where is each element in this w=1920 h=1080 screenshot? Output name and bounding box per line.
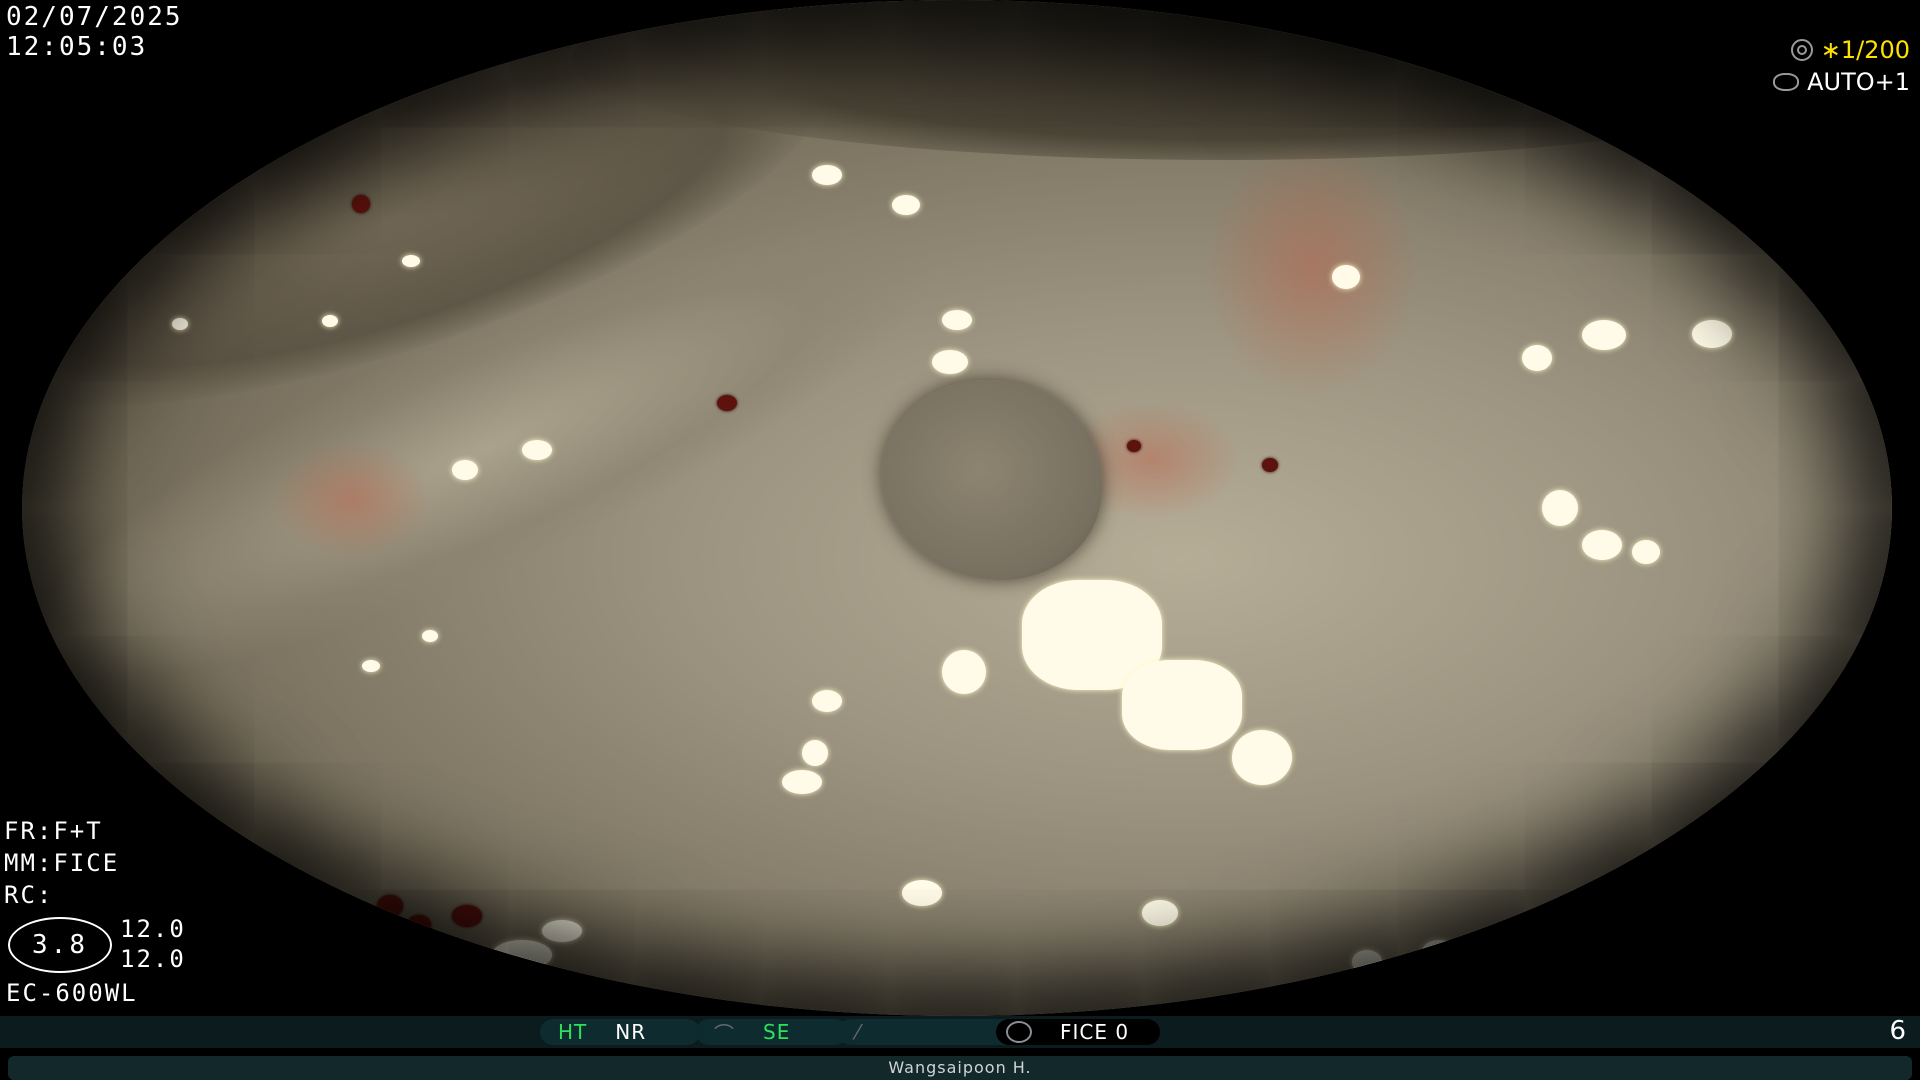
iris-row: AUTO+1 bbox=[1773, 66, 1910, 98]
shutter-speed: ∗1/200 bbox=[1820, 36, 1910, 64]
time-text: 12:05:03 bbox=[6, 32, 148, 62]
nr-label: NR bbox=[615, 1020, 647, 1044]
structure-icon: ⌒ bbox=[714, 1021, 735, 1046]
shutter-row: ∗1/200 bbox=[1773, 34, 1910, 66]
scale-indicator: 3.8 bbox=[8, 917, 112, 973]
scale-value-2: 12.0 bbox=[120, 945, 186, 973]
date-text: 02/07/2025 bbox=[6, 2, 183, 32]
fice-icon bbox=[1006, 1021, 1032, 1043]
scope-vignette bbox=[22, 0, 1892, 1016]
scale-values: 12.0 12.0 bbox=[120, 914, 186, 974]
iris-icon bbox=[1773, 73, 1800, 91]
fice-label: FICE 0 bbox=[1060, 1020, 1130, 1044]
ht-nr-indicator: HT NR bbox=[540, 1019, 700, 1045]
datetime-display: 02/07/2025 12:05:03 bbox=[6, 2, 183, 62]
exposure-info: ∗1/200 AUTO+1 bbox=[1773, 34, 1910, 98]
ht-label: HT bbox=[558, 1020, 588, 1044]
mm-setting: MM:FICE bbox=[4, 849, 120, 877]
iris-mode: AUTO+1 bbox=[1807, 68, 1910, 96]
processing-params: FR:F+T MM:FICE RC: bbox=[4, 815, 119, 911]
operator-name: Wangsaipoon H. bbox=[8, 1056, 1912, 1080]
page-number: 6 bbox=[1889, 1016, 1906, 1046]
se-indicator: ⌒ SE bbox=[696, 1019, 848, 1046]
scope-model: EC-600WL bbox=[6, 979, 138, 1007]
endoscopic-view bbox=[22, 0, 1892, 1016]
fr-setting: FR:F+T bbox=[4, 817, 103, 845]
slash-icon: ⁄ bbox=[856, 1020, 861, 1044]
light-reflection bbox=[172, 810, 188, 822]
light-reflection bbox=[1822, 735, 1848, 761]
status-bar: HT NR ⌒ SE ⁄ FICE 0 6 bbox=[0, 1016, 1920, 1048]
se-label: SE bbox=[763, 1020, 791, 1044]
rc-setting: RC: bbox=[4, 881, 54, 909]
shutter-icon bbox=[1790, 39, 1813, 61]
fice-indicator: FICE 0 bbox=[996, 1019, 1160, 1045]
scale-value-1: 12.0 bbox=[120, 915, 186, 943]
